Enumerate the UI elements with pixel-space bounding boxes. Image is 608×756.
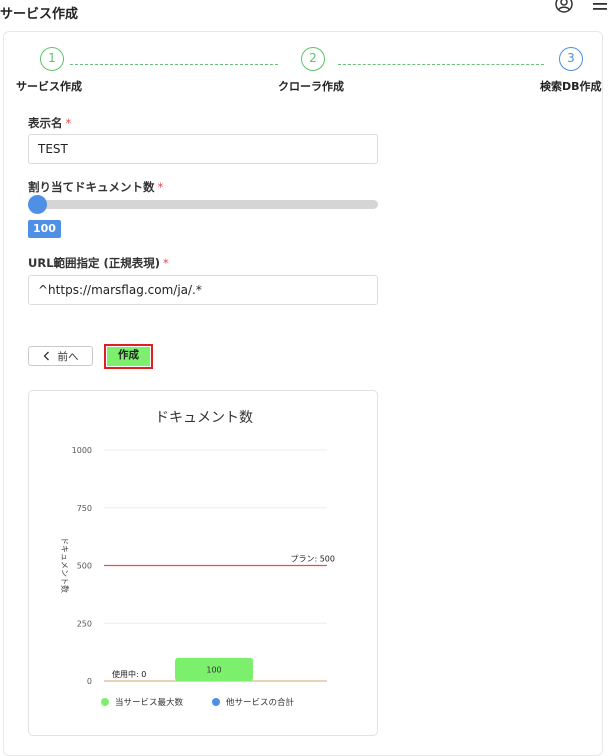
required-mark: * — [157, 180, 164, 194]
create-button-highlight: 作成 — [104, 344, 153, 369]
prev-button[interactable]: 前へ — [28, 346, 93, 366]
y-tick-label: 500 — [77, 562, 92, 571]
prev-button-label: 前へ — [57, 350, 79, 363]
legend-swatch — [101, 698, 109, 706]
document-allocation-label: 割り当てドキュメント数 * — [28, 179, 163, 195]
step-3-label: 検索DB作成 — [540, 80, 602, 93]
step-1-label: サービス作成 — [16, 80, 82, 93]
url-range-input[interactable]: ^https://marsflag.com/ja/.* — [28, 275, 378, 305]
y-tick-label: 250 — [77, 619, 92, 628]
y-tick-label: 750 — [77, 504, 92, 513]
top-bar: サービス作成 — [0, 0, 608, 24]
url-range-label-text: URL範囲指定 (正規表現) — [28, 256, 161, 270]
url-range-label: URL範囲指定 (正規表現) * — [28, 255, 169, 271]
document-allocation-slider-thumb[interactable] — [28, 195, 47, 214]
user-circle-icon[interactable] — [555, 0, 573, 13]
required-mark: * — [65, 116, 72, 130]
usage-label: 使用中: 0 — [112, 669, 146, 679]
legend-label: 他サービスの合計 — [226, 697, 295, 708]
chevron-left-icon — [43, 351, 49, 361]
page-title: サービス作成 — [0, 7, 79, 22]
y-tick-label: 1000 — [72, 446, 92, 455]
legend-swatch — [212, 698, 220, 706]
step-2-number: 2 — [301, 47, 325, 71]
document-allocation-label-text: 割り当てドキュメント数 — [28, 180, 155, 194]
y-axis-label: ドキュメント数 — [60, 537, 70, 593]
chart-title: ドキュメント数 — [155, 410, 253, 426]
create-button[interactable]: 作成 — [107, 347, 150, 366]
legend-label: 当サービス最大数 — [115, 697, 184, 708]
required-mark: * — [163, 256, 169, 270]
bar-data-label: 100 — [206, 665, 221, 674]
step-connector — [338, 64, 544, 65]
hamburger-menu-icon[interactable] — [592, 0, 608, 11]
plan-label: プラン: 500 — [290, 555, 335, 564]
step-connector — [70, 64, 278, 65]
display-name-label-text: 表示名 — [28, 116, 63, 130]
y-tick-label: 0 — [87, 677, 92, 686]
step-3-number: 3 — [559, 47, 583, 71]
step-1-number: 1 — [40, 47, 64, 71]
display-name-input[interactable]: TEST — [28, 134, 378, 164]
display-name-label: 表示名 * — [28, 115, 71, 131]
chart-canvas: ドキュメント数02505007501000ドキュメント数 プラン: 500使用中:… — [60, 410, 335, 708]
document-allocation-value-badge: 100 — [28, 220, 61, 238]
document-count-chart: ドキュメント数 0 250 500 750 1000 ドキュメント数 プラン: 500 使用中:… — [28, 390, 378, 736]
step-2-label: クローラ作成 — [278, 80, 344, 93]
document-allocation-slider-track[interactable] — [28, 200, 378, 209]
